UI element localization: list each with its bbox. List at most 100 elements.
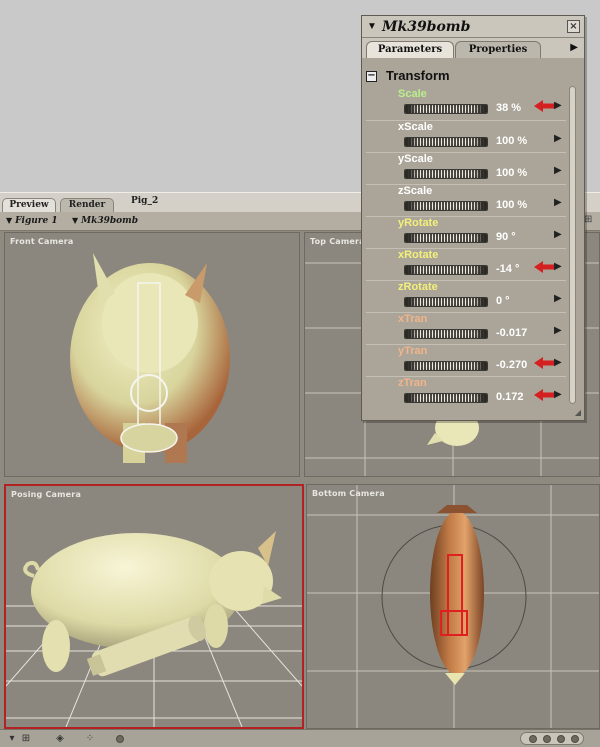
viewport-posing-camera[interactable]: Posing Camera xyxy=(4,484,304,729)
lights-icon[interactable]: ⁘ xyxy=(84,733,96,745)
param-name: yTran xyxy=(398,345,428,357)
param-dial[interactable] xyxy=(404,393,488,403)
palette-body: − Transform Scale 38 % ▶ xScale 100 % ▶ yScale… xyxy=(362,58,584,420)
triangle-down-icon[interactable]: ▼ xyxy=(367,21,377,32)
param-dial[interactable] xyxy=(404,265,488,275)
palette-title-bar[interactable]: ▼ Mk39bomb × xyxy=(362,16,584,38)
param-row-ztran[interactable]: zTran 0.172 ▶ xyxy=(366,376,566,408)
param-row-yrotate[interactable]: yRotate 90 ° ▶ xyxy=(366,216,566,248)
palette-title: Mk39bomb xyxy=(382,19,471,35)
param-dial[interactable] xyxy=(404,297,488,307)
param-name: zRotate xyxy=(398,281,438,293)
triangle-right-icon[interactable]: ▶ xyxy=(554,293,562,304)
parameters-palette: ▼ Mk39bomb × Parameters Properties ▶ − T… xyxy=(361,15,585,421)
param-value[interactable]: 0 ° xyxy=(496,295,510,307)
tab-parameters[interactable]: Parameters xyxy=(366,41,454,58)
param-value[interactable]: 38 % xyxy=(496,102,521,114)
param-value[interactable]: 0.172 xyxy=(496,391,524,403)
tab-render[interactable]: Render xyxy=(60,198,114,213)
triangle-right-icon[interactable]: ▶ xyxy=(554,100,562,111)
param-value[interactable]: -0.017 xyxy=(496,327,527,339)
cube-icon[interactable]: ◈ xyxy=(54,733,66,745)
param-name: xTran xyxy=(398,313,428,325)
param-row-xscale[interactable]: xScale 100 % ▶ xyxy=(366,120,566,152)
pig-bottom-render xyxy=(307,485,599,728)
render-dot-icon[interactable] xyxy=(116,735,124,743)
param-value[interactable]: 100 % xyxy=(496,199,527,211)
param-dial[interactable] xyxy=(404,169,488,179)
menu-icon[interactable]: ▾ xyxy=(6,733,18,745)
transform-group-header[interactable]: − Transform xyxy=(366,68,566,86)
param-name: xRotate xyxy=(398,249,439,261)
viewport-label: Posing Camera xyxy=(11,490,82,499)
param-dial[interactable] xyxy=(404,137,488,147)
palette-scrollbar[interactable] xyxy=(569,86,576,404)
annotation-arrow-icon xyxy=(534,261,556,273)
playback-controls[interactable] xyxy=(520,732,584,745)
parameter-list: Scale 38 % ▶ xScale 100 % ▶ yScale 100 % ▶ zScale… xyxy=(366,88,566,408)
viewport-label: Top Camera xyxy=(310,237,365,246)
param-value[interactable]: -14 ° xyxy=(496,263,519,275)
palette-tabs: Parameters Properties ▶ xyxy=(362,38,584,58)
pig-posing-render xyxy=(6,531,302,727)
triangle-down-icon: ▼ xyxy=(6,215,13,225)
control-dot-icon[interactable] xyxy=(543,735,551,743)
control-dot-icon[interactable] xyxy=(557,735,565,743)
layout-corner-icon[interactable]: ⊞ xyxy=(584,214,596,226)
triangle-right-icon[interactable]: ▶ xyxy=(554,133,562,144)
param-value[interactable]: 100 % xyxy=(496,167,527,179)
triangle-right-icon[interactable]: ▶ xyxy=(554,357,562,368)
annotation-arrow-icon xyxy=(534,389,556,401)
triangle-right-icon[interactable]: ▶ xyxy=(554,229,562,240)
annotation-arrow-icon xyxy=(534,100,556,112)
group-label: Transform xyxy=(386,68,450,83)
param-value[interactable]: -0.270 xyxy=(496,359,527,371)
param-row-scale[interactable]: Scale 38 % ▶ xyxy=(366,88,566,120)
param-value[interactable]: 90 ° xyxy=(496,231,516,243)
triangle-right-icon[interactable]: ▶ xyxy=(554,197,562,208)
param-name: Scale xyxy=(398,88,427,100)
actor-selector-label: Mk39bomb xyxy=(81,216,138,226)
viewport-label: Front Camera xyxy=(10,237,74,246)
triangle-right-icon[interactable]: ▶ xyxy=(570,42,578,53)
viewport-front-camera[interactable]: Front Camera xyxy=(4,232,300,477)
control-dot-icon[interactable] xyxy=(571,735,579,743)
param-row-zscale[interactable]: zScale 100 % ▶ xyxy=(366,184,566,216)
triangle-right-icon[interactable]: ▶ xyxy=(554,389,562,400)
param-name: xScale xyxy=(398,121,433,133)
triangle-down-icon: ▼ xyxy=(72,215,79,225)
param-name: yRotate xyxy=(398,217,439,229)
figure-selector[interactable]: ▼ Figure 1 xyxy=(6,215,58,226)
tab-properties[interactable]: Properties xyxy=(455,41,541,58)
param-dial[interactable] xyxy=(404,201,488,211)
param-row-ytran[interactable]: yTran -0.270 ▶ xyxy=(366,344,566,376)
document-name: Pig_2 xyxy=(131,196,159,206)
status-bar: ▾ ⊞ ◈ ⁘ xyxy=(0,729,600,747)
param-dial[interactable] xyxy=(404,233,488,243)
param-name: zScale xyxy=(398,185,433,197)
minus-box-icon[interactable]: − xyxy=(366,71,377,82)
param-value[interactable]: 100 % xyxy=(496,135,527,147)
tab-preview[interactable]: Preview xyxy=(2,198,56,213)
param-row-xrotate[interactable]: xRotate -14 ° ▶ xyxy=(366,248,566,280)
param-name: zTran xyxy=(398,377,427,389)
triangle-right-icon[interactable]: ▶ xyxy=(554,325,562,336)
param-row-zrotate[interactable]: zRotate 0 ° ▶ xyxy=(366,280,566,312)
control-dot-icon[interactable] xyxy=(529,735,537,743)
close-icon[interactable]: × xyxy=(567,20,580,33)
actor-selector[interactable]: ▼ Mk39bomb xyxy=(72,215,138,226)
resize-grip-icon[interactable]: ◢ xyxy=(575,408,581,417)
triangle-right-icon[interactable]: ▶ xyxy=(554,165,562,176)
figure-selector-label: Figure 1 xyxy=(15,216,58,226)
viewport-label: Bottom Camera xyxy=(312,489,385,498)
triangle-right-icon[interactable]: ▶ xyxy=(554,261,562,272)
param-row-xtran[interactable]: xTran -0.017 ▶ xyxy=(366,312,566,344)
param-dial[interactable] xyxy=(404,329,488,339)
param-row-yscale[interactable]: yScale 100 % ▶ xyxy=(366,152,566,184)
grid-icon[interactable]: ⊞ xyxy=(20,733,32,745)
pig-front-render xyxy=(70,253,230,463)
param-dial[interactable] xyxy=(404,361,488,371)
viewport-bottom-camera[interactable]: Bottom Camera xyxy=(306,484,600,729)
param-name: yScale xyxy=(398,153,433,165)
param-dial[interactable] xyxy=(404,104,488,114)
